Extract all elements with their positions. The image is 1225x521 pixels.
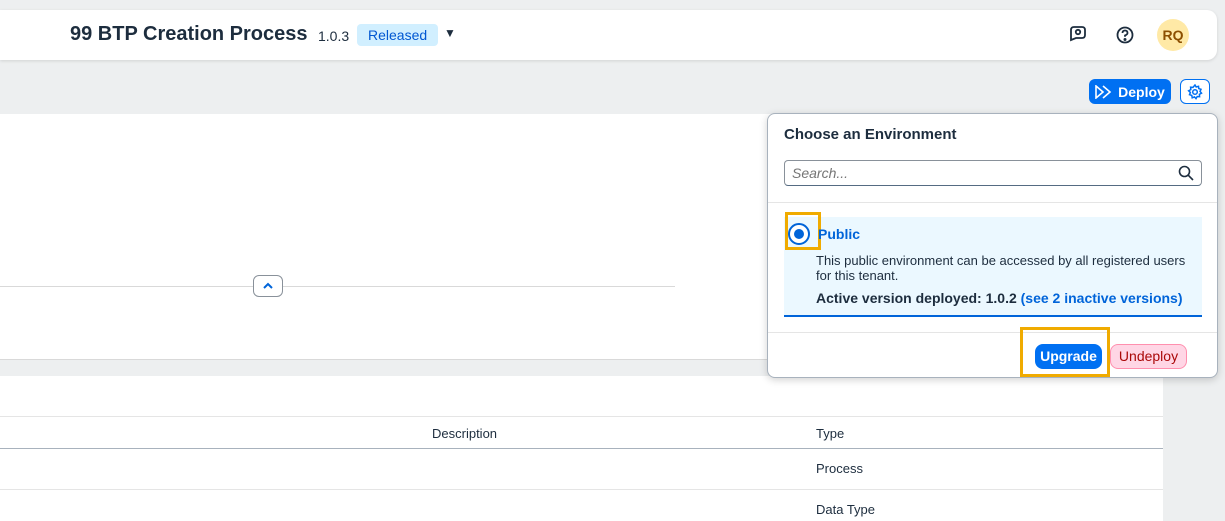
- active-version-text: Active version deployed: 1.0.2 (see 2 in…: [816, 290, 1183, 306]
- table-header: Description Type: [0, 416, 1163, 449]
- chevron-up-icon: [263, 282, 273, 289]
- settings-button[interactable]: [1180, 79, 1210, 104]
- deploy-button[interactable]: Deploy: [1089, 79, 1171, 104]
- search-icon[interactable]: [1178, 165, 1194, 186]
- column-header-type: Type: [816, 426, 845, 441]
- popover-footer-divider: [768, 332, 1217, 333]
- radio-selected-dot: [794, 229, 804, 239]
- upgrade-button[interactable]: Upgrade: [1035, 344, 1102, 369]
- popover-title: Choose an Environment: [784, 126, 957, 143]
- collapse-button[interactable]: [253, 275, 283, 297]
- search-field[interactable]: [784, 160, 1202, 186]
- shell-bar: 99 BTP Creation Process 1.0.3 Released ▼…: [0, 10, 1217, 60]
- active-version-label: Active version deployed: 1.0.2: [816, 290, 1017, 306]
- help-icon[interactable]: [1114, 24, 1136, 46]
- search-input[interactable]: [785, 161, 1173, 185]
- page-title: 99 BTP Creation Process: [70, 23, 308, 45]
- artifacts-table: Description Type Process Data Type: [0, 376, 1163, 521]
- environment-popover: Choose an Environment Public This public…: [767, 113, 1218, 378]
- environment-radio[interactable]: [788, 223, 810, 245]
- deploy-button-label: Deploy: [1118, 83, 1165, 100]
- popover-divider: [768, 202, 1217, 203]
- feedback-icon[interactable]: [1067, 24, 1089, 46]
- version-label: 1.0.3: [318, 28, 350, 44]
- process-canvas-panel: [0, 114, 800, 360]
- environment-description: This public environment can be accessed …: [816, 253, 1186, 283]
- table-row[interactable]: Process: [0, 449, 1163, 490]
- avatar[interactable]: RQ: [1157, 19, 1189, 51]
- section-divider: [0, 286, 675, 287]
- version-dropdown[interactable]: ▼: [444, 26, 456, 40]
- table-row[interactable]: Data Type: [0, 490, 1163, 521]
- environment-item-public[interactable]: Public This public environment can be ac…: [784, 212, 1202, 317]
- environment-name: Public: [818, 226, 861, 242]
- gear-icon: [1187, 83, 1203, 100]
- deploy-icon: [1095, 84, 1112, 99]
- inactive-versions-link[interactable]: (see 2 inactive versions): [1021, 290, 1183, 306]
- column-header-description: Description: [432, 426, 498, 441]
- status-badge: Released: [357, 24, 439, 46]
- type-cell: Process: [816, 461, 863, 476]
- undeploy-button[interactable]: Undeploy: [1110, 344, 1187, 369]
- type-cell: Data Type: [816, 502, 876, 517]
